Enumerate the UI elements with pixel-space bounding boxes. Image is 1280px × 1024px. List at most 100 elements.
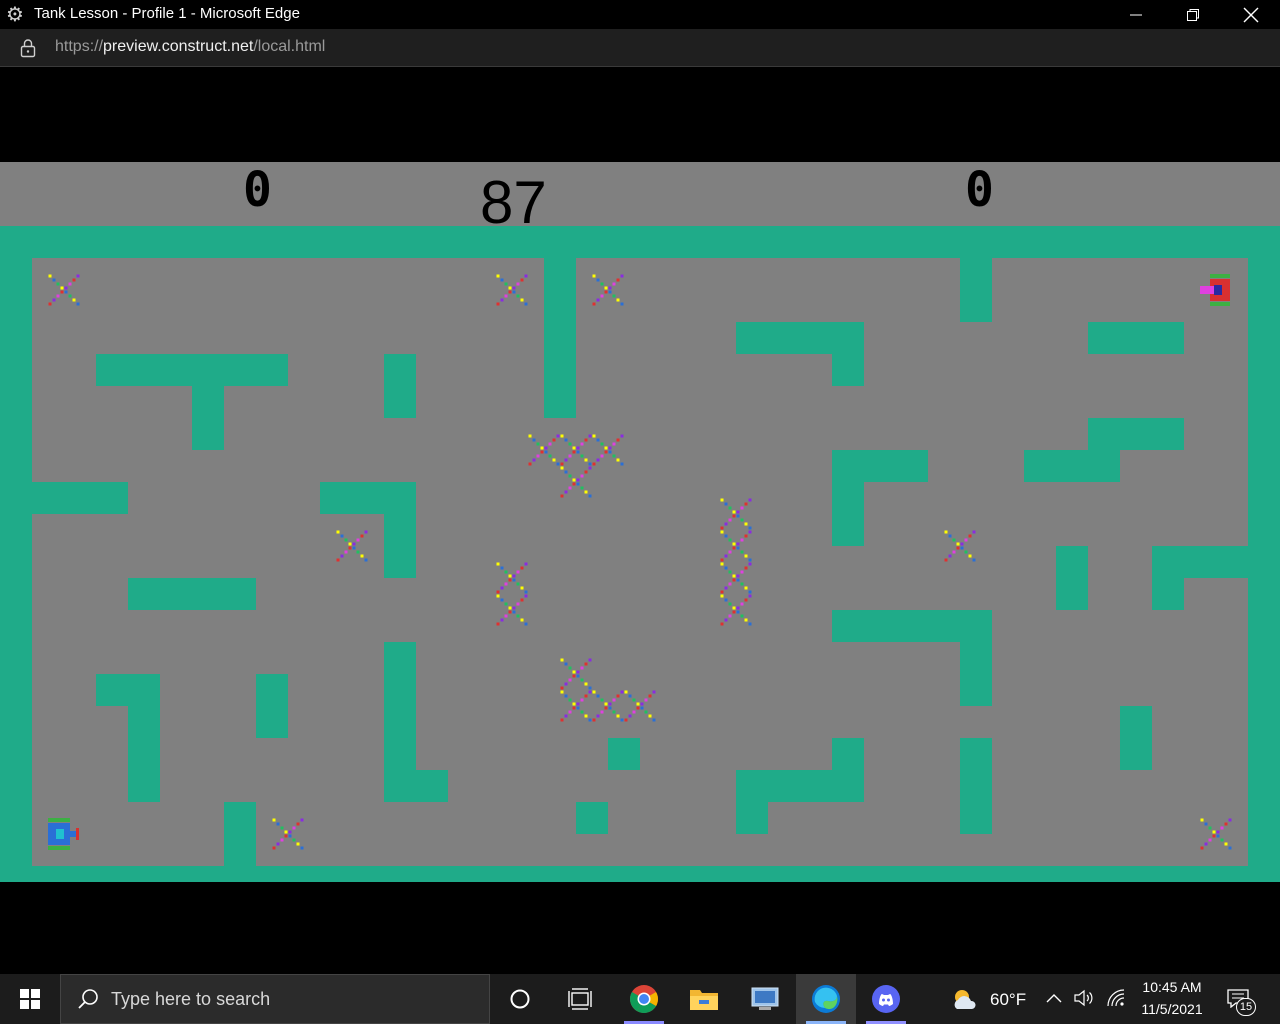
discord-icon xyxy=(872,985,900,1013)
url-path: /local.html xyxy=(253,38,326,55)
maze-wall xyxy=(736,802,768,834)
maze-wall xyxy=(384,770,448,802)
weather-partly-cloudy-icon[interactable] xyxy=(950,987,980,1011)
maze-wall xyxy=(320,482,416,514)
mine-icon xyxy=(496,594,528,626)
mine-icon xyxy=(592,274,624,306)
clock-time[interactable]: 10:45 AM xyxy=(1140,979,1204,995)
edge-icon xyxy=(812,985,840,1013)
maze-wall xyxy=(1024,450,1120,482)
maze-wall xyxy=(96,354,288,386)
maze-wall xyxy=(96,674,160,706)
score-bar xyxy=(0,162,1280,226)
edge-taskbar-button[interactable] xyxy=(796,974,856,1024)
mine-icon xyxy=(592,434,624,466)
maze-wall xyxy=(1056,546,1088,610)
game-arena xyxy=(0,226,1280,882)
maze-wall xyxy=(576,802,608,834)
clock-date[interactable]: 11/5/2021 xyxy=(1136,1001,1208,1017)
mine-icon xyxy=(560,466,592,498)
restore-button[interactable] xyxy=(1164,0,1222,29)
remote-desktop-taskbar-button[interactable] xyxy=(735,974,795,1024)
red-tank xyxy=(1200,274,1230,306)
maze-wall xyxy=(608,738,640,770)
mine-icon xyxy=(496,562,528,594)
player2-score: 0 xyxy=(965,162,994,218)
maze-wall xyxy=(384,354,416,418)
windows-taskbar: Type here to search 60°F 10:45 AM 11/5/2… xyxy=(0,974,1280,1024)
maze-wall xyxy=(832,354,864,386)
mine-icon xyxy=(336,530,368,562)
mine-icon xyxy=(944,530,976,562)
weather-temperature[interactable]: 60°F xyxy=(990,990,1026,1010)
url-scheme: https:// xyxy=(55,38,104,55)
player1-score: 0 xyxy=(243,162,272,218)
taskbar-search-box[interactable]: Type here to search xyxy=(60,974,490,1024)
remote-desktop-icon xyxy=(751,987,779,1010)
maze-wall xyxy=(128,578,256,610)
search-icon xyxy=(78,989,98,1009)
window-title: Tank Lesson - Profile 1 - Microsoft Edge xyxy=(34,5,300,22)
maze-wall xyxy=(1152,578,1184,610)
maze-wall xyxy=(960,642,992,706)
mine-icon xyxy=(48,274,80,306)
maze-wall xyxy=(128,706,160,802)
chrome-taskbar-button[interactable] xyxy=(614,974,674,1024)
mine-icon xyxy=(528,434,560,466)
chevron-up-icon[interactable] xyxy=(1046,992,1062,1004)
maze-wall xyxy=(384,514,416,578)
start-button[interactable] xyxy=(0,974,60,1024)
cortana-button[interactable] xyxy=(490,974,550,1024)
round-timer: 87 xyxy=(480,169,547,236)
mine-icon xyxy=(1200,818,1232,850)
window-title-bar: ⚙ Tank Lesson - Profile 1 - Microsoft Ed… xyxy=(0,0,1280,29)
mine-icon xyxy=(560,658,592,690)
url-host: preview.construct.net xyxy=(103,38,254,55)
maze-wall xyxy=(256,674,288,738)
notification-center-button[interactable]: 15 xyxy=(1226,988,1256,1016)
task-view-icon xyxy=(568,988,592,1010)
blue-tank xyxy=(48,818,79,850)
mine-icon xyxy=(560,690,592,722)
maze-wall xyxy=(736,322,864,354)
maze-wall xyxy=(832,610,992,642)
mine-icon xyxy=(496,274,528,306)
mine-icon xyxy=(720,530,752,562)
mine-icon xyxy=(624,690,656,722)
url-text[interactable]: https://preview.construct.net/local.html xyxy=(55,38,325,56)
minimize-icon xyxy=(1130,14,1142,15)
restore-icon xyxy=(1187,8,1199,21)
maze-wall xyxy=(1120,706,1152,770)
mine-icon xyxy=(720,562,752,594)
mine-icon xyxy=(560,434,592,466)
maze-wall xyxy=(1088,322,1184,354)
windows-logo-icon xyxy=(20,989,40,1009)
maze-wall xyxy=(32,482,128,514)
maze-wall xyxy=(960,738,992,834)
address-bar[interactable]: https://preview.construct.net/local.html xyxy=(0,29,1280,67)
minimize-button[interactable] xyxy=(1107,0,1165,29)
chrome-icon xyxy=(630,985,658,1013)
search-placeholder: Type here to search xyxy=(111,989,271,1009)
close-button[interactable] xyxy=(1222,0,1280,29)
task-view-button[interactable] xyxy=(550,974,610,1024)
discord-taskbar-button[interactable] xyxy=(856,974,916,1024)
cortana-circle-icon xyxy=(510,989,530,1009)
maze-wall xyxy=(224,802,256,866)
wifi-icon[interactable] xyxy=(1106,988,1126,1008)
mine-icon xyxy=(720,498,752,530)
file-explorer-taskbar-button[interactable] xyxy=(674,974,734,1024)
maze-wall xyxy=(1088,418,1184,450)
lock-icon[interactable] xyxy=(19,38,37,58)
mine-icon xyxy=(272,818,304,850)
mine-icon xyxy=(592,690,624,722)
file-explorer-icon xyxy=(690,990,718,1010)
maze-wall xyxy=(544,258,576,418)
maze-wall xyxy=(192,386,224,450)
maze-wall xyxy=(832,738,864,770)
close-icon xyxy=(1243,7,1259,22)
maze-wall xyxy=(384,642,416,770)
volume-icon[interactable] xyxy=(1074,988,1096,1008)
maze-wall xyxy=(960,258,992,322)
maze-wall xyxy=(832,482,864,546)
